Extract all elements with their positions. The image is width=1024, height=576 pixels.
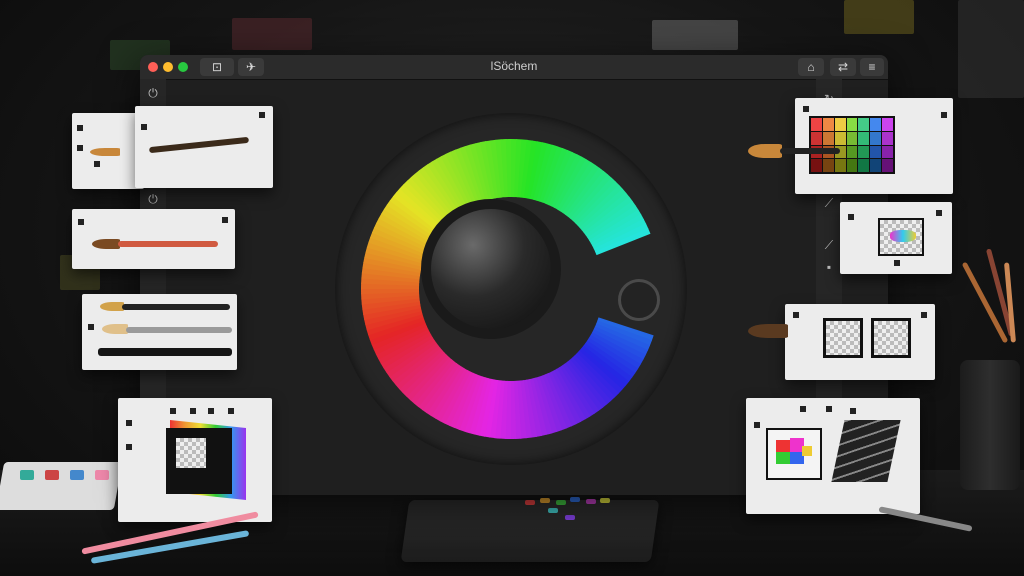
- swap-button[interactable]: ⇄: [830, 58, 856, 76]
- pin-icon[interactable]: [126, 444, 132, 450]
- close-icon[interactable]: [259, 112, 265, 118]
- paint-well: [20, 470, 34, 480]
- close-icon[interactable]: [921, 312, 927, 318]
- brush-jar: [960, 360, 1020, 490]
- color-knob[interactable]: [421, 199, 561, 339]
- brush-icon: [1004, 262, 1016, 343]
- brush-panel[interactable]: [135, 106, 273, 188]
- square-icon[interactable]: ▪: [821, 259, 837, 275]
- pin-icon[interactable]: [77, 145, 83, 151]
- pin-icon[interactable]: [126, 420, 132, 426]
- close-icon[interactable]: [941, 112, 947, 118]
- color-chip: [600, 498, 610, 503]
- color-chip: [540, 498, 550, 503]
- pin-icon[interactable]: [826, 406, 832, 412]
- menu-button[interactable]: ≡: [860, 58, 884, 76]
- color-chip: [548, 508, 558, 513]
- color-chip: [525, 500, 535, 505]
- brush-icon: [118, 241, 218, 247]
- color-chip: [556, 500, 566, 505]
- texture-icon: [871, 318, 911, 358]
- pin-icon[interactable]: [803, 106, 809, 112]
- pin-icon[interactable]: [94, 161, 100, 167]
- transparency-icon: [176, 438, 206, 468]
- brush-icon: [90, 148, 120, 156]
- brush-icon: [98, 348, 232, 356]
- background-note: [232, 18, 312, 50]
- blend-panel[interactable]: [746, 398, 920, 514]
- swatch-panel[interactable]: [795, 98, 953, 194]
- brush-panel[interactable]: [82, 294, 237, 370]
- pin-icon[interactable]: [190, 408, 196, 414]
- texture-stack-icon: [831, 420, 901, 482]
- pen-icon[interactable]: ⟋: [821, 237, 837, 253]
- swatch-icon: [890, 230, 916, 242]
- brush-icon: [748, 144, 782, 158]
- brush-icon: [102, 324, 128, 334]
- pin-icon[interactable]: [848, 214, 854, 220]
- pen-icon[interactable]: ⟋: [821, 195, 837, 211]
- hue-selector-ring[interactable]: [618, 279, 660, 321]
- texture-panel[interactable]: [785, 304, 935, 380]
- title-bar[interactable]: ⊡ ✈ lSöchem ⌂ ⇄ ≡: [140, 55, 888, 80]
- drawing-tablet: [400, 500, 660, 562]
- home-button[interactable]: ⌂: [798, 58, 824, 76]
- background-note: [652, 20, 738, 50]
- brush-icon: [126, 327, 232, 333]
- pin-icon[interactable]: [754, 422, 760, 428]
- layer-panel[interactable]: [118, 398, 272, 522]
- paint-well: [95, 470, 109, 480]
- texture-icon: [823, 318, 863, 358]
- swatch-panel[interactable]: [840, 202, 952, 274]
- pin-icon[interactable]: [800, 406, 806, 412]
- pin-icon[interactable]: [170, 408, 176, 414]
- background-note: [844, 0, 914, 34]
- pin-icon[interactable]: [88, 324, 94, 330]
- paint-well: [70, 470, 84, 480]
- pin-icon[interactable]: [894, 260, 900, 266]
- swatch-icon[interactable]: [809, 116, 895, 174]
- pin-icon[interactable]: [141, 124, 147, 130]
- pin-icon[interactable]: [850, 408, 856, 414]
- brush-panel[interactable]: [72, 209, 235, 269]
- window-title: lSöchem: [490, 59, 538, 73]
- paint-well: [45, 470, 59, 480]
- brush-icon: [748, 324, 788, 338]
- power-icon[interactable]: ⏻: [145, 85, 161, 101]
- swatch-icon: [766, 428, 822, 480]
- pin-icon[interactable]: [78, 219, 84, 225]
- close-icon[interactable]: [222, 217, 228, 223]
- pin-icon[interactable]: [208, 408, 214, 414]
- power-icon[interactable]: ⏻: [145, 191, 161, 207]
- pin-icon[interactable]: [228, 408, 234, 414]
- color-chip: [565, 515, 575, 520]
- brush-icon: [122, 304, 230, 310]
- background-note: [958, 0, 1024, 98]
- color-chip: [586, 499, 596, 504]
- pin-icon[interactable]: [77, 125, 83, 131]
- color-chip: [570, 497, 580, 502]
- brush-icon: [100, 302, 124, 311]
- close-icon[interactable]: [936, 210, 942, 216]
- brush-icon: [148, 136, 250, 154]
- brush-icon: [92, 239, 120, 249]
- pin-icon[interactable]: [793, 312, 799, 318]
- brush-icon: [780, 148, 840, 154]
